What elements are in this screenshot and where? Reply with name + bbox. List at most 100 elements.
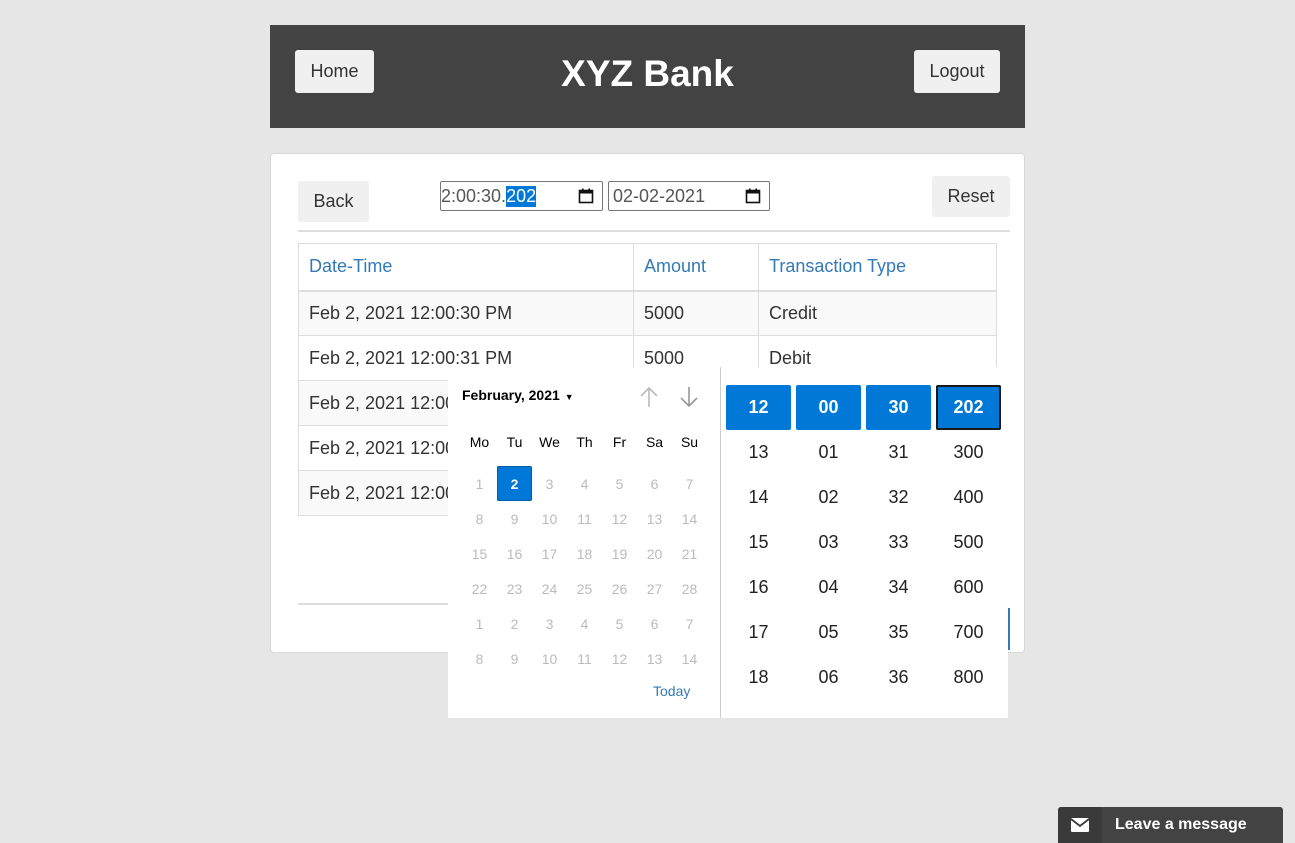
calendar-day[interactable]: 18 (567, 536, 602, 571)
logout-button[interactable]: Logout (914, 50, 1000, 93)
second-option[interactable]: 36 (866, 655, 931, 700)
calendar-day[interactable]: 27 (637, 571, 672, 606)
table-row: Feb 2, 2021 12:00:30 PM 5000 Credit (298, 290, 997, 336)
minute-option[interactable]: 02 (796, 475, 861, 520)
minute-option[interactable]: 05 (796, 610, 861, 655)
hour-option[interactable]: 14 (726, 475, 791, 520)
calendar-day[interactable]: 14 (672, 501, 707, 536)
millisecond-option[interactable]: 500 (936, 520, 1001, 565)
calendar-day[interactable]: 25 (567, 571, 602, 606)
calendar-day[interactable]: 1 (462, 466, 497, 501)
millisecond-option[interactable]: 600 (936, 565, 1001, 610)
calendar-day[interactable]: 3 (532, 466, 567, 501)
calendar-day[interactable]: 15 (462, 536, 497, 571)
cell-amount: 5000 (633, 290, 759, 336)
hour-option[interactable]: 16 (726, 565, 791, 610)
calendar-day[interactable]: 10 (532, 501, 567, 536)
calendar-day[interactable]: 26 (602, 571, 637, 606)
millisecond-option[interactable]: 700 (936, 610, 1001, 655)
hour-option[interactable]: 13 (726, 430, 791, 475)
pagination-edge (1008, 608, 1010, 650)
calendar-day[interactable]: 22 (462, 571, 497, 606)
second-option[interactable]: 32 (866, 475, 931, 520)
calendar-pane: February, 2021 ▼ Mo Tu We Th Fr Sa Su 1 2 3 4 5 6 7 8 9 1… (448, 367, 720, 718)
second-option[interactable]: 33 (866, 520, 931, 565)
divider (298, 230, 1010, 232)
app-header: Home XYZ Bank Logout (270, 25, 1025, 128)
calendar-day[interactable]: 21 (672, 536, 707, 571)
calendar-day-selected[interactable]: 2 (497, 466, 532, 501)
calendar-day[interactable]: 16 (497, 536, 532, 571)
column-header-transaction-type[interactable]: Transaction Type (758, 243, 997, 292)
calendar-day[interactable]: 4 (567, 606, 602, 641)
hour-option[interactable]: 15 (726, 520, 791, 565)
calendar-icon[interactable] (578, 188, 594, 204)
hour-option[interactable]: 12 (726, 385, 791, 430)
time-pane: 12 00 30 202 13 01 31 300 14 02 32 400 15 03 33 500 16 04… (726, 385, 1001, 700)
to-date-text: 02-02-2021 (613, 185, 706, 206)
calendar-day[interactable]: 9 (497, 641, 532, 676)
column-header-amount[interactable]: Amount (633, 243, 759, 292)
calendar-day[interactable]: 11 (567, 641, 602, 676)
calendar-day[interactable]: 28 (672, 571, 707, 606)
calendar-day[interactable]: 13 (637, 641, 672, 676)
hour-option[interactable]: 17 (726, 610, 791, 655)
second-option[interactable]: 30 (866, 385, 931, 430)
calendar-day[interactable]: 13 (637, 501, 672, 536)
calendar-day[interactable]: 4 (567, 466, 602, 501)
calendar-day[interactable]: 1 (462, 606, 497, 641)
calendar-day[interactable]: 5 (602, 606, 637, 641)
calendar-day[interactable]: 6 (637, 606, 672, 641)
hour-option[interactable]: 18 (726, 655, 791, 700)
minute-option[interactable]: 03 (796, 520, 861, 565)
second-option[interactable]: 31 (866, 430, 931, 475)
calendar-day[interactable]: 3 (532, 606, 567, 641)
calendar-day[interactable]: 19 (602, 536, 637, 571)
back-button[interactable]: Back (298, 181, 369, 222)
minute-option[interactable]: 01 (796, 430, 861, 475)
calendar-day[interactable]: 7 (672, 606, 707, 641)
weekday-header: Su (680, 434, 699, 450)
calendar-day[interactable]: 9 (497, 501, 532, 536)
arrow-down-icon[interactable] (678, 385, 700, 409)
calendar-day[interactable]: 12 (602, 641, 637, 676)
arrow-up-icon[interactable] (638, 385, 660, 409)
calendar-day[interactable]: 6 (637, 466, 672, 501)
leave-message-widget[interactable]: Leave a message (1058, 807, 1283, 843)
calendar-icon[interactable] (745, 188, 761, 204)
millisecond-option[interactable]: 300 (936, 430, 1001, 475)
millisecond-option[interactable]: 202 (936, 385, 1001, 430)
from-datetime-input[interactable]: 2:00:30. 202 (440, 181, 603, 211)
weekday-header: Tu (506, 434, 523, 450)
column-header-datetime[interactable]: Date-Time (298, 243, 634, 292)
today-link[interactable]: Today (653, 683, 690, 699)
calendar-day[interactable]: 17 (532, 536, 567, 571)
to-date-input[interactable]: 02-02-2021 (608, 181, 770, 211)
calendar-day[interactable]: 10 (532, 641, 567, 676)
minute-option[interactable]: 04 (796, 565, 861, 610)
reset-button[interactable]: Reset (932, 176, 1010, 217)
minute-option[interactable]: 06 (796, 655, 861, 700)
weekday-header: Mo (469, 434, 490, 450)
millisecond-option[interactable]: 400 (936, 475, 1001, 520)
calendar-day[interactable]: 2 (497, 606, 532, 641)
calendar-day[interactable]: 8 (462, 501, 497, 536)
second-option[interactable]: 35 (866, 610, 931, 655)
calendar-day[interactable]: 12 (602, 501, 637, 536)
envelope-icon (1058, 807, 1102, 843)
calendar-day[interactable]: 5 (602, 466, 637, 501)
second-option[interactable]: 34 (866, 565, 931, 610)
calendar-day[interactable]: 8 (462, 641, 497, 676)
calendar-day[interactable]: 7 (672, 466, 707, 501)
millisecond-option[interactable]: 800 (936, 655, 1001, 700)
calendar-day[interactable]: 24 (532, 571, 567, 606)
month-selector[interactable]: February, 2021 ▼ (462, 387, 574, 403)
calendar-day[interactable]: 20 (637, 536, 672, 571)
calendar-day[interactable]: 11 (567, 501, 602, 536)
minute-option[interactable]: 00 (796, 385, 861, 430)
calendar-day[interactable]: 14 (672, 641, 707, 676)
weekday-header: Sa (645, 434, 664, 450)
calendar-day[interactable]: 23 (497, 571, 532, 606)
cell-datetime: Feb 2, 2021 12:00:30 PM (298, 290, 634, 336)
from-datetime-selected-segment: 202 (506, 185, 537, 207)
